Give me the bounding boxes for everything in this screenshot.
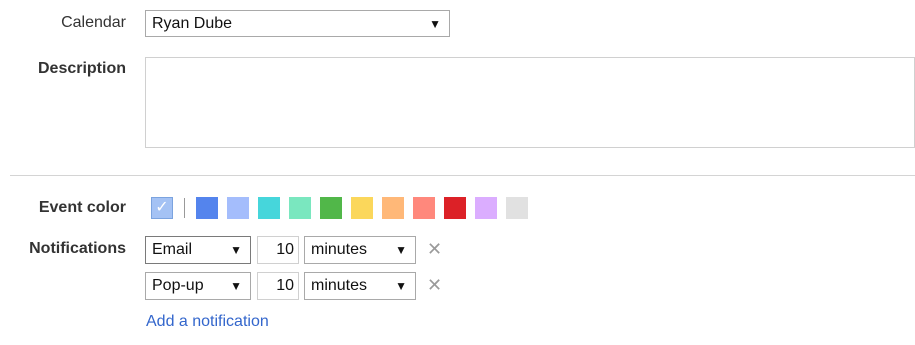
event-color-label: Event color [38, 199, 126, 216]
notification-unit-select[interactable]: minutes ▼ [304, 236, 416, 264]
notification-unit-value: minutes [311, 277, 368, 294]
color-swatch[interactable] [413, 197, 435, 219]
color-swatch[interactable] [351, 197, 373, 219]
color-swatch[interactable] [475, 197, 497, 219]
add-notification-link[interactable]: Add a notification [146, 313, 269, 331]
notification-method-select[interactable]: Email ▼ [145, 236, 251, 264]
description-label: Description [37, 60, 126, 77]
notification-unit-select[interactable]: minutes ▼ [304, 272, 416, 300]
section-divider [10, 175, 915, 176]
check-icon: ✓ [155, 199, 169, 216]
notifications-label: Notifications [29, 240, 126, 257]
color-swatch[interactable] [227, 197, 249, 219]
color-swatch[interactable] [258, 197, 280, 219]
chevron-down-icon: ▼ [395, 243, 407, 257]
color-swatch[interactable] [382, 197, 404, 219]
notification-amount-input[interactable]: 10 [257, 272, 299, 300]
color-swatch[interactable] [289, 197, 311, 219]
notification-method-value: Email [152, 241, 193, 258]
color-swatch[interactable] [320, 197, 342, 219]
color-swatch[interactable] [444, 197, 466, 219]
remove-notification-icon[interactable]: ✕ [427, 239, 442, 260]
chevron-down-icon: ▼ [230, 279, 242, 293]
color-swatch[interactable] [196, 197, 218, 219]
chevron-down-icon: ▼ [230, 243, 242, 257]
color-separator [184, 198, 185, 218]
chevron-down-icon: ▼ [429, 16, 441, 31]
description-textarea[interactable] [145, 57, 915, 148]
remove-notification-icon[interactable]: ✕ [427, 275, 442, 296]
calendar-select-value: Ryan Dube [152, 14, 233, 32]
chevron-down-icon: ▼ [395, 279, 407, 293]
calendar-select[interactable]: Ryan Dube ▼ [145, 10, 450, 37]
notification-unit-value: minutes [311, 241, 368, 258]
color-swatch[interactable] [506, 197, 528, 219]
notification-method-value: Pop-up [152, 277, 204, 294]
notification-method-select[interactable]: Pop-up ▼ [145, 272, 251, 300]
calendar-label: Calendar [61, 14, 126, 31]
notification-amount-input[interactable]: 10 [257, 236, 299, 264]
default-color-swatch[interactable]: ✓ [151, 197, 173, 219]
